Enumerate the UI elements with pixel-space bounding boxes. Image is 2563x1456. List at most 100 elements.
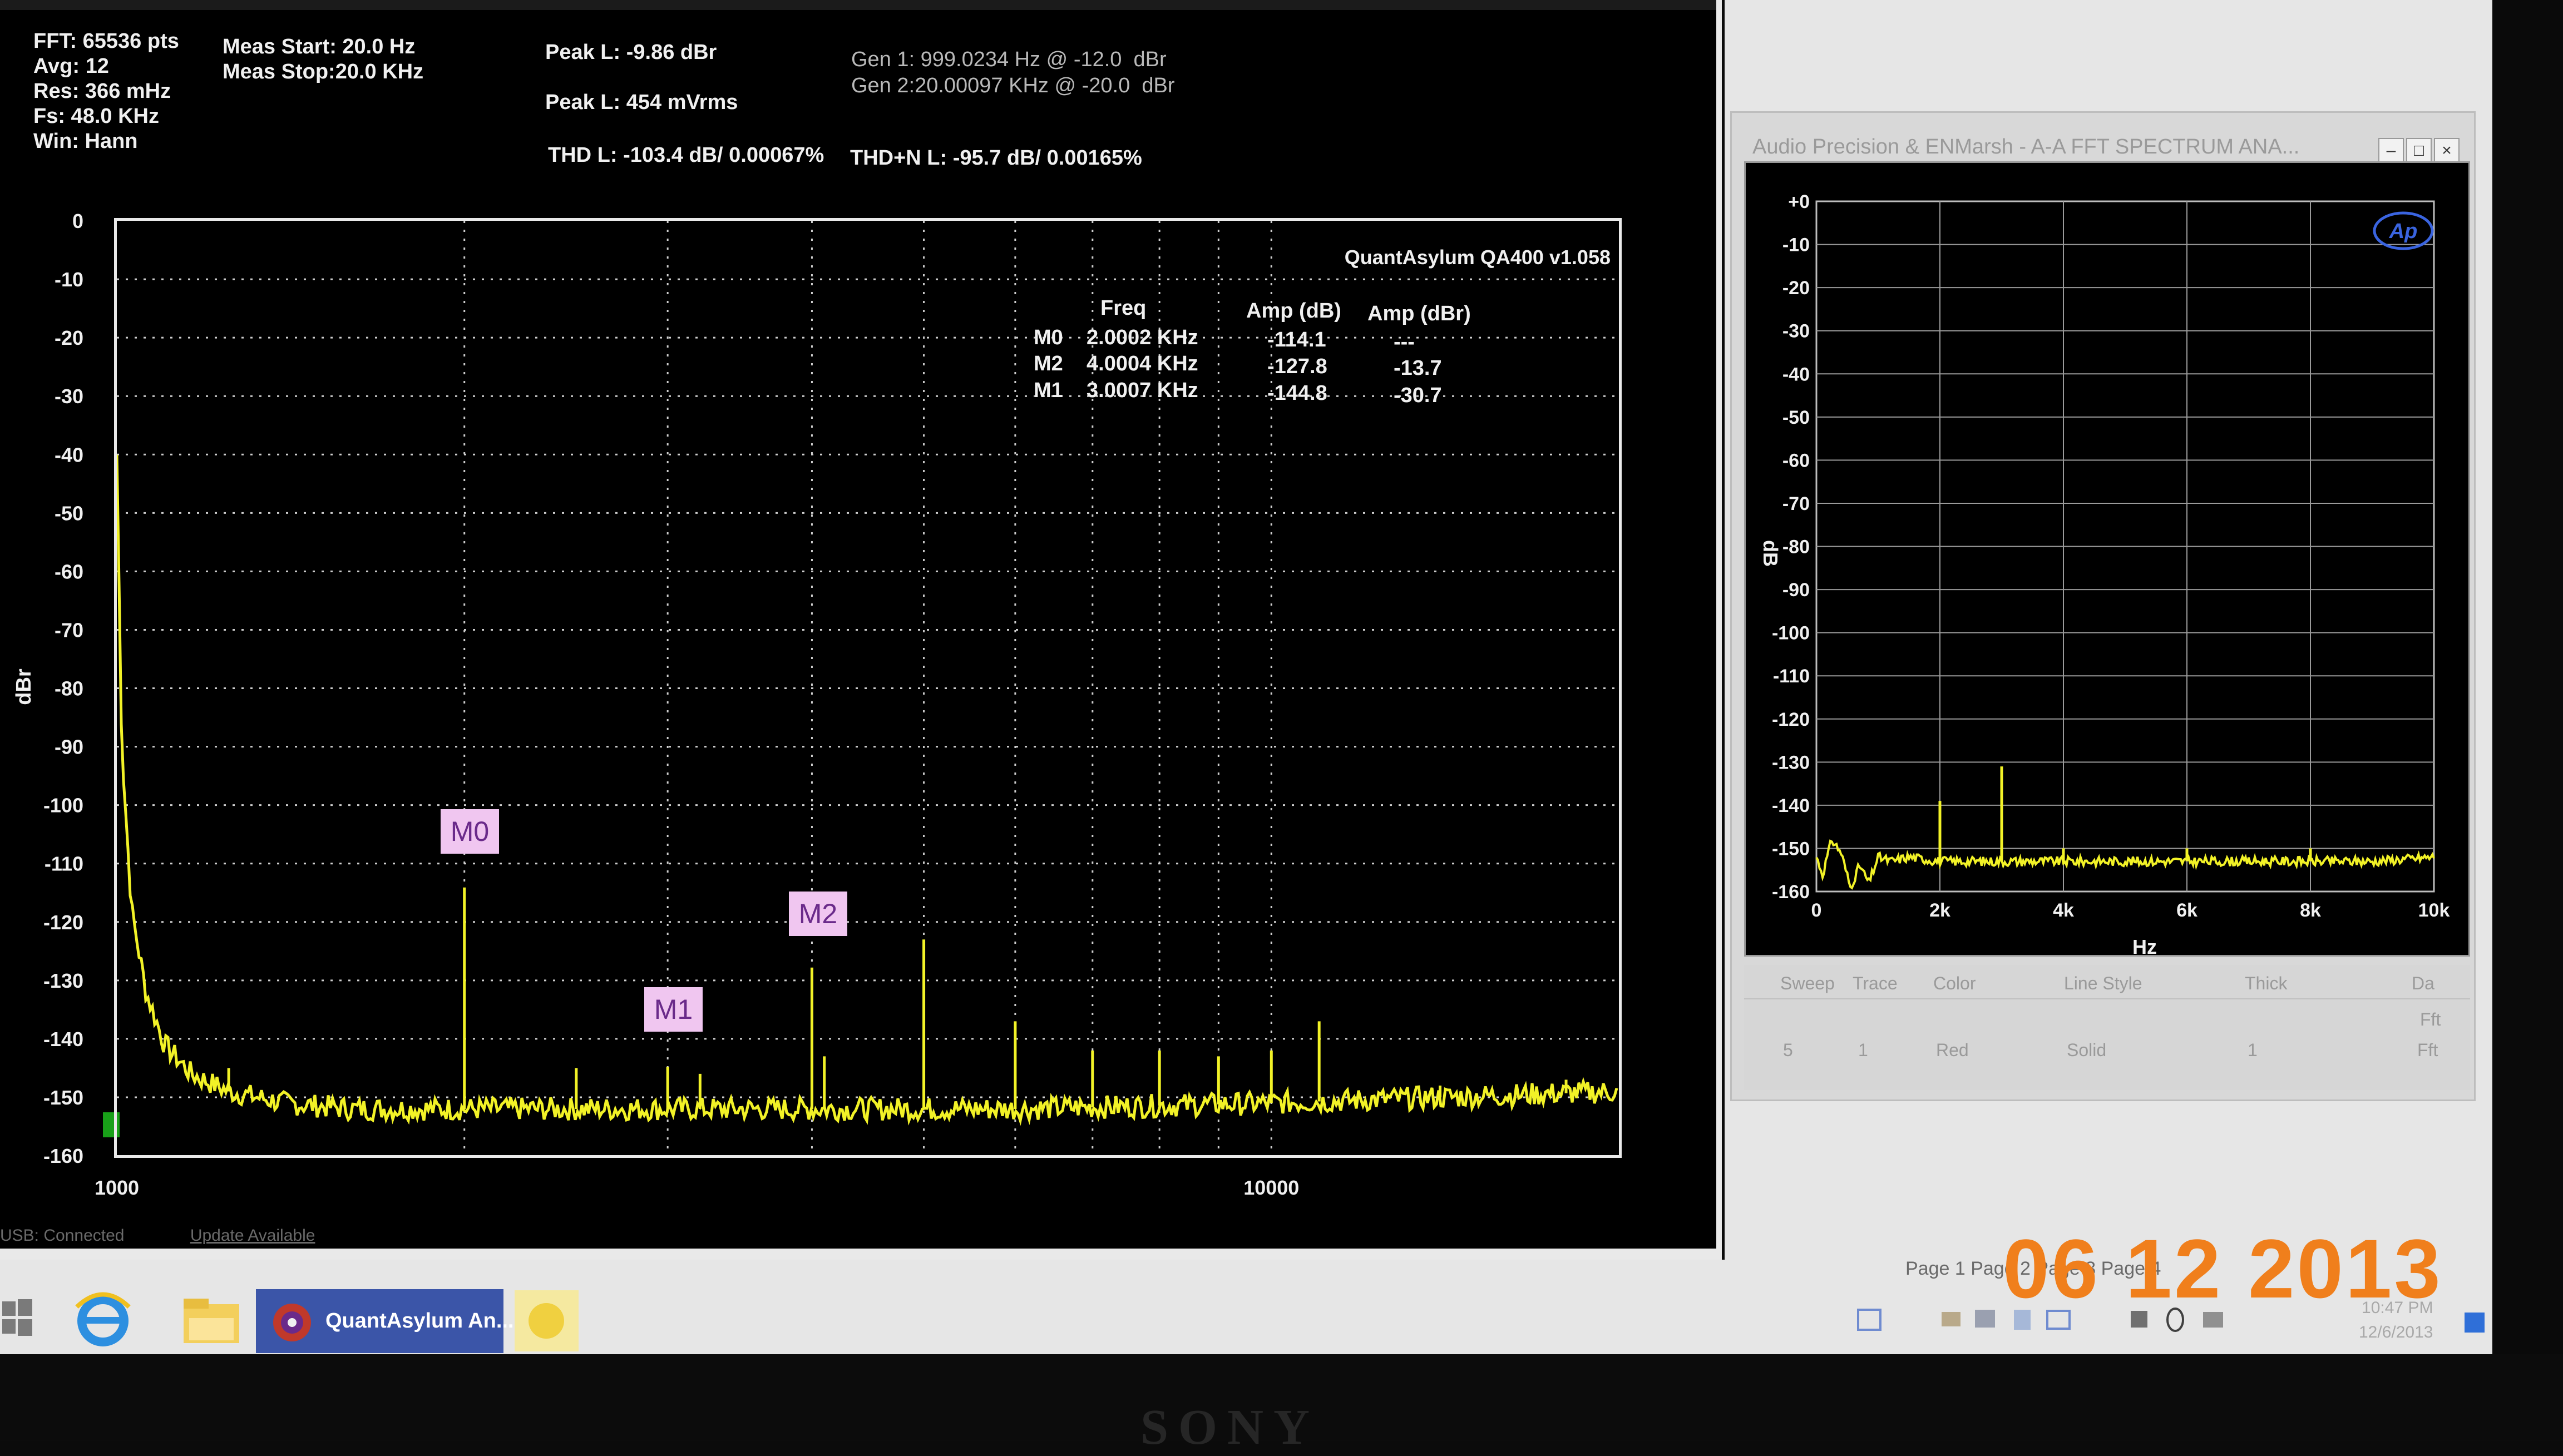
col-trace: Trace <box>1853 973 1898 993</box>
ap-y-tick-label: -40 <box>1782 364 1810 385</box>
cell-data: Fft <box>2420 1009 2441 1029</box>
sticky-app-icon[interactable] <box>515 1290 579 1351</box>
ap-grid <box>1815 200 2435 893</box>
minimize-button[interactable]: – <box>2378 138 2404 164</box>
ap-y-tick-label: -160 <box>1772 881 1810 903</box>
y-tick-label: -70 <box>55 618 83 641</box>
x-tick-labels: 1000 10000 <box>95 1176 1299 1199</box>
marker-row-freq: 3.0007 KHz <box>1087 379 1198 402</box>
close-button[interactable]: × <box>2434 138 2460 164</box>
table-header-row: Sweep Trace Color Line Style Thick Da <box>1744 965 2470 999</box>
meas-stop: Meas Stop:20.0 KHz <box>223 60 424 83</box>
y-tick-labels: 0 -10 -20 -30 -40 -50 -60 -70 -80 -90 -100 -110 -120… <box>43 210 83 1167</box>
marker-amp-dbr-header: Amp (dBr) <box>1367 302 1471 325</box>
ap-y-axis-label: dB <box>1759 540 1782 567</box>
window-footer <box>0 1249 1722 1260</box>
ap-y-tick-label: -140 <box>1772 795 1810 816</box>
y-tick-label: -130 <box>43 969 83 992</box>
y-tick-label: -100 <box>43 794 83 817</box>
ap-y-tick-label: -70 <box>1782 493 1810 514</box>
y-tick-label: -10 <box>55 268 83 291</box>
monitor-brand-logo: SONY <box>1140 1400 1320 1455</box>
marker-row-amp-dbr: -30.7 <box>1394 384 1442 407</box>
y-tick-label: -90 <box>55 736 83 759</box>
generator-2: Gen 2:20.00097 KHz @ -20.0 dBr <box>851 74 1175 97</box>
col-sweep: Sweep <box>1780 973 1835 993</box>
sample-rate: Fs: 48.0 KHz <box>33 105 159 128</box>
y-tick-label: -160 <box>43 1145 83 1167</box>
quantasylum-app-icon <box>273 1304 311 1341</box>
col-line-style: Line Style <box>2064 973 2142 993</box>
ap-x-axis-label: Hz <box>2132 935 2157 957</box>
file-explorer-icon[interactable] <box>175 1285 248 1354</box>
resolution: Res: 366 mHz <box>33 80 171 103</box>
ap-x-tick-label: 10k <box>2418 900 2450 921</box>
cell-color: Red <box>1936 1040 1969 1060</box>
ap-y-tick-label: -110 <box>1773 666 1810 687</box>
menu-bar[interactable] <box>0 0 1716 10</box>
ap-y-tick-label: -10 <box>1782 235 1810 256</box>
generator-1: Gen 1: 999.0234 Hz @ -12.0 dBr <box>851 48 1167 71</box>
ap-y-tick-label: -50 <box>1782 407 1810 428</box>
taskbar-app-label: QuantAsylum An... <box>325 1309 514 1333</box>
windows-start-icon[interactable] <box>0 1296 33 1340</box>
x-tick-label: 10000 <box>1243 1176 1299 1199</box>
x-tick-label: 1000 <box>95 1176 139 1199</box>
marker-row-freq: 4.0004 KHz <box>1087 352 1198 375</box>
cell-data: Fft <box>2417 1040 2438 1060</box>
avg-count: Avg: 12 <box>33 55 109 78</box>
y-tick-label: 0 <box>72 210 83 232</box>
col-thick: Thick <box>2245 973 2288 993</box>
marker-freq-header: Freq <box>1100 296 1147 320</box>
y-tick-label: -80 <box>55 677 83 700</box>
show-desktop-button[interactable] <box>2465 1313 2485 1333</box>
marker-row-amp-db: -144.8 <box>1267 382 1327 405</box>
y-tick-label: -40 <box>55 443 83 466</box>
y-tick-label: -20 <box>55 326 83 349</box>
ap-y-tick-label: -30 <box>1782 321 1810 342</box>
ap-y-tick-label: -100 <box>1772 623 1810 644</box>
marker-row-id: M0 <box>1034 326 1063 349</box>
window-type: Win: Hann <box>33 130 138 153</box>
y-tick-label: -120 <box>43 911 83 934</box>
marker-row-amp-dbr: --- <box>1394 330 1415 354</box>
peak-mvrms: Peak L: 454 mVrms <box>545 91 738 114</box>
marker-flag-m0[interactable]: M0 <box>441 809 499 854</box>
ap-trace-table: Sweep Trace Color Line Style Thick Da Ff… <box>1744 965 2470 1090</box>
y-axis-label: dBr <box>12 668 36 705</box>
ap-y-tick-label: -60 <box>1782 450 1810 471</box>
thd-readout: THD L: -103.4 dB/ 0.00067% <box>548 143 824 167</box>
ap-y-tick-label: -130 <box>1772 752 1810 773</box>
marker-flag-m2[interactable]: M2 <box>789 892 847 936</box>
ap-x-tick-label: 2k <box>1929 900 1950 921</box>
ap-y-tick-label: -90 <box>1782 580 1810 601</box>
ap-x-tick-label: 6k <box>2176 900 2197 921</box>
ap-y-tick-label: -20 <box>1782 278 1810 299</box>
ap-x-tick-label: 4k <box>2053 900 2074 921</box>
update-link[interactable]: Update Available <box>190 1226 315 1245</box>
maximize-button[interactable]: □ <box>2406 138 2432 164</box>
taskbar-quantasylum-button[interactable]: QuantAsylum An... <box>256 1289 514 1353</box>
marker-flag-m1[interactable]: M1 <box>644 987 703 1032</box>
ap-spectrum-plot[interactable]: +0 -10 -20 -30 -40 -50 -60 -70 -80 -90 -100 -110 -12… <box>1744 161 2470 957</box>
table-row[interactable]: 5 1 Red Solid 1 Fft <box>1744 1032 2470 1071</box>
internet-explorer-icon[interactable] <box>67 1285 139 1354</box>
cell-line-style: Solid <box>2067 1040 2107 1060</box>
y-tick-label: -60 <box>55 560 83 583</box>
ap-x-tick-labels: 0 2k 4k 6k 8k 10k <box>1811 900 2450 921</box>
meas-start: Meas Start: 20.0 Hz <box>223 35 416 58</box>
clock-date: 12/6/2013 <box>2359 1323 2433 1341</box>
ap-y-tick-label: +0 <box>1788 191 1810 212</box>
ap-y-tick-label: -120 <box>1772 709 1810 730</box>
peak-dbr: Peak L: -9.86 dBr <box>545 41 717 64</box>
ap-peaks <box>1938 766 2312 861</box>
cell-trace: 1 <box>1858 1040 1868 1060</box>
col-data: Da <box>2412 973 2434 993</box>
marker-row-freq: 2.0002 KHz <box>1087 326 1198 349</box>
cell-sweep: 5 <box>1783 1040 1793 1060</box>
ap-logo: Ap <box>2373 211 2434 250</box>
ap-x-tick-label: 0 <box>1811 900 1822 921</box>
y-tick-label: -30 <box>55 385 83 408</box>
thdn-readout: THD+N L: -95.7 dB/ 0.00165% <box>850 146 1142 170</box>
marker-row-id: M2 <box>1034 352 1063 375</box>
